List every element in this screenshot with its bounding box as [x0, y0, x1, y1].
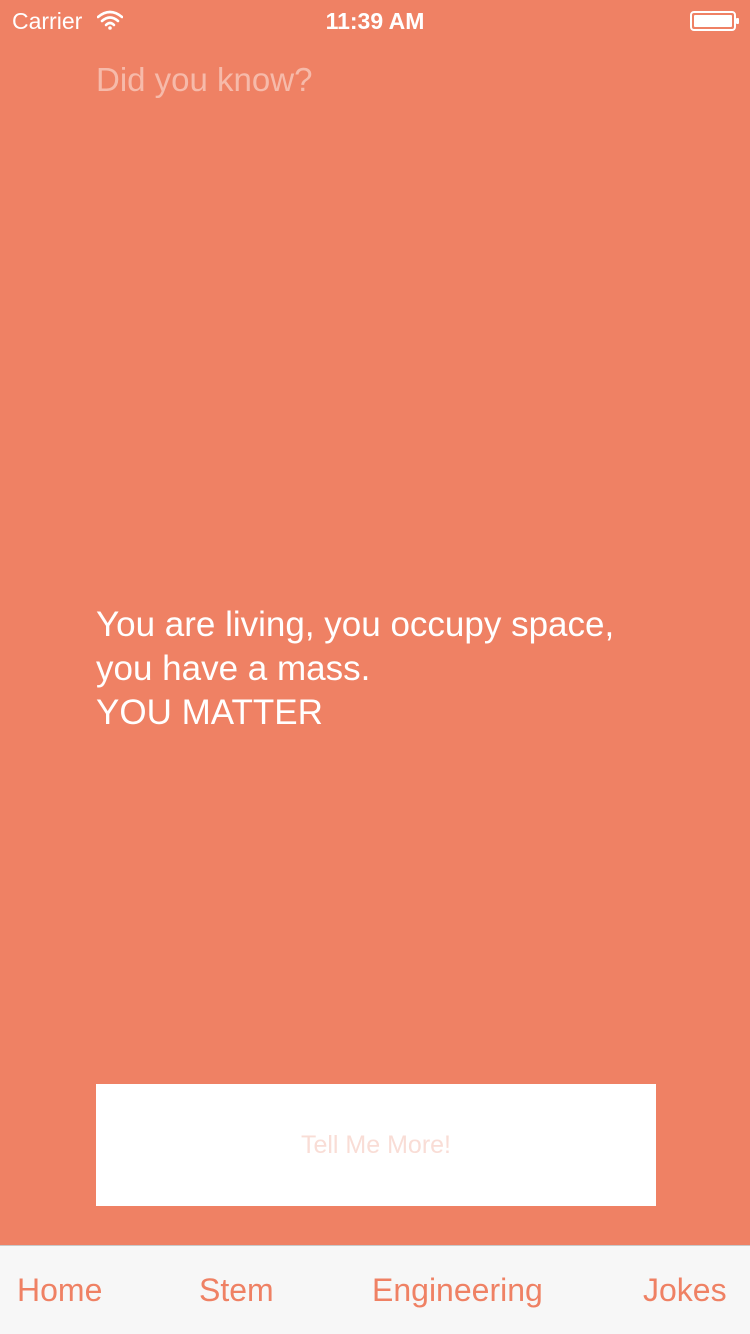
status-time: 11:39 AM — [325, 8, 425, 34]
fact-line: You are living, you occupy space, — [96, 605, 615, 644]
tab-home[interactable]: Home — [17, 1272, 102, 1308]
tab-stem[interactable]: Stem — [199, 1272, 274, 1308]
battery-icon — [690, 11, 739, 31]
tell-me-more-button[interactable]: Tell Me More! — [96, 1084, 656, 1206]
status-bar: Carrier 11:39 AM — [0, 0, 750, 40]
tab-jokes[interactable]: Jokes — [643, 1272, 727, 1308]
tab-engineering[interactable]: Engineering — [372, 1272, 543, 1308]
page-heading: Did you know? — [96, 61, 313, 98]
fact-line: you have a mass. — [96, 649, 371, 688]
fact-line: YOU MATTER — [96, 693, 323, 732]
tab-bar: Home Stem Engineering Jokes — [0, 1245, 750, 1334]
fact-text: You are living, you occupy space, you ha… — [96, 603, 696, 735]
